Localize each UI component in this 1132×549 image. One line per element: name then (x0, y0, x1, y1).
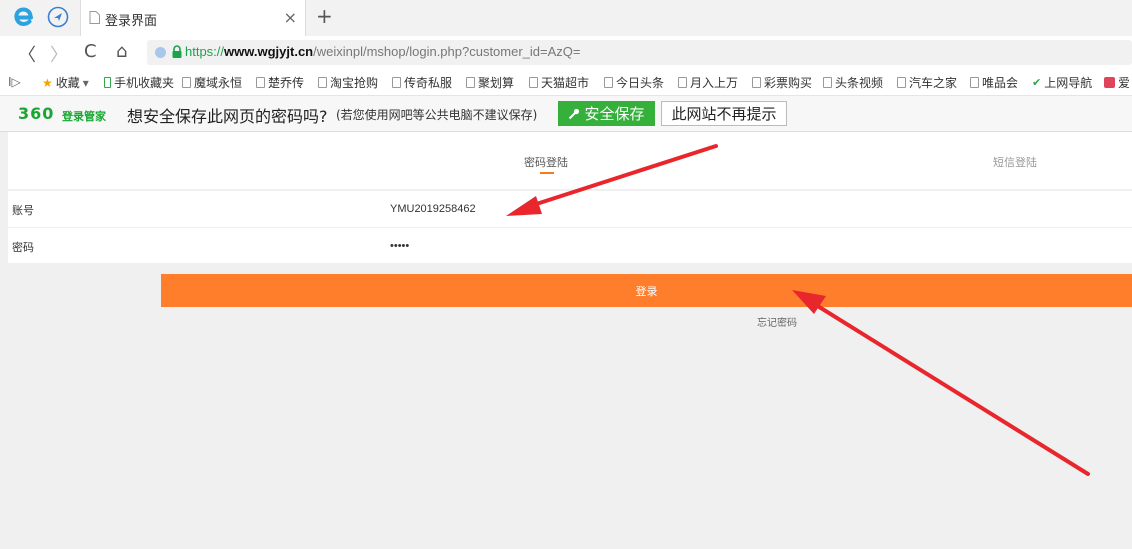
never-remind-button[interactable]: 此网站不再提示 (661, 101, 787, 126)
chevron-down-icon: ▾ (82, 75, 89, 90)
login-tabs: 密码登陆 短信登陆 (8, 132, 1132, 189)
bookmark-item[interactable]: 汽车之家 (897, 74, 957, 91)
home-button[interactable]: ⌂ (116, 41, 127, 62)
page-icon (529, 77, 538, 88)
tab-password-login[interactable]: 密码登陆 (524, 154, 568, 170)
password-save-bar: 360 登录管家 想安全保存此网页的密码吗? (若您使用网吧等公共电脑不建议保存… (0, 96, 1132, 132)
tab-title: 登录界面 (105, 14, 158, 29)
site-info-icon[interactable] (155, 47, 166, 58)
password-label: 密码 (12, 241, 34, 254)
compass-icon[interactable] (47, 6, 69, 28)
bookmark-label: 汽车之家 (909, 76, 958, 90)
browser-logo-icon[interactable] (10, 4, 36, 30)
brand-360-logo: 360 (18, 104, 55, 123)
lock-icon (172, 45, 182, 58)
page-icon (466, 77, 475, 88)
secure-save-button[interactable]: 安全保存 (558, 101, 655, 126)
account-label: 账号 (12, 204, 34, 217)
url-host: www.wgjyjt.cn (224, 44, 314, 59)
bookmark-item[interactable]: 传奇私服 (392, 74, 452, 91)
sidebar-toggle-icon[interactable]: I▷ (8, 75, 21, 89)
page-icon (752, 77, 761, 88)
page-icon (392, 77, 401, 88)
page-icon (970, 77, 979, 88)
brand-subtitle: 登录管家 (62, 110, 106, 123)
bookmark-item[interactable]: 淘宝抢购 (318, 74, 378, 91)
page-icon (256, 77, 265, 88)
new-tab-button[interactable]: + (316, 4, 333, 28)
bookmark-item[interactable]: 魔域永恒 (182, 74, 242, 91)
nav-icon: ✔ (1032, 76, 1042, 89)
bookmark-label: 天猫超市 (541, 76, 590, 90)
page-icon (89, 11, 100, 24)
bookmark-label: 魔域永恒 (194, 76, 243, 90)
account-input[interactable] (390, 200, 690, 218)
save-password-hint: (若您使用网吧等公共电脑不建议保存) (336, 108, 538, 122)
page-icon (823, 77, 832, 88)
bookmark-label: 彩票购买 (764, 76, 813, 90)
forgot-password-link[interactable]: 忘记密码 (757, 314, 797, 329)
password-input[interactable] (390, 237, 690, 255)
bookmark-item[interactable]: 今日头条 (604, 74, 664, 91)
bookmark-item[interactable]: 月入上万 (678, 74, 738, 91)
bookmark-item[interactable]: 聚划算 (466, 74, 514, 91)
bookmark-label: 月入上万 (690, 76, 739, 90)
love-icon (1104, 77, 1115, 88)
page-icon (318, 77, 327, 88)
address-row: 〈 〉 C ⌂ https://www.wgjyjt.cn/weixinpl/m… (0, 36, 1132, 69)
url-text[interactable]: https://www.wgjyjt.cn/weixinpl/mshop/log… (185, 44, 581, 59)
forward-button[interactable]: 〉 (50, 41, 68, 67)
bookmark-mobile[interactable]: 手机收藏夹 (104, 74, 174, 91)
bookmark-love[interactable]: 爱 (1104, 74, 1130, 91)
bookmark-item[interactable]: 唯品会 (970, 74, 1018, 91)
url-path: /weixinpl/mshop/login.php?customer_id=Az… (313, 44, 581, 59)
page-icon (182, 77, 191, 88)
bookmark-label: 手机收藏夹 (114, 76, 175, 90)
save-password-question: 想安全保存此网页的密码吗? (127, 107, 328, 126)
bookmark-label: 聚划算 (478, 76, 515, 90)
bookmark-label: 收藏 (55, 76, 80, 90)
password-row: 密码 (8, 227, 1132, 263)
account-row: 账号 (8, 191, 1132, 227)
address-bar[interactable]: https://www.wgjyjt.cn/weixinpl/mshop/log… (147, 40, 1132, 65)
url-scheme: https:// (185, 44, 225, 59)
bookmark-item[interactable]: 彩票购买 (752, 74, 812, 91)
star-icon: ★ (42, 75, 53, 90)
bookmark-label: 今日头条 (616, 76, 665, 90)
browser-tab-bar: 登录界面 × + (0, 0, 1132, 36)
bookmark-item[interactable]: 楚乔传 (256, 74, 304, 91)
close-tab-icon[interactable]: × (284, 8, 297, 27)
back-button[interactable]: 〈 (18, 41, 36, 67)
login-button[interactable]: 登录 (161, 274, 1132, 307)
phone-icon (104, 77, 111, 88)
bookmark-item[interactable]: 天猫超市 (529, 74, 589, 91)
bookmarks-bar: I▷ ★ 收藏 ▾ 手机收藏夹 魔域永恒 楚乔传 淘宝抢购 传奇私服 聚划算 天猫超… (0, 69, 1132, 96)
bookmark-label: 楚乔传 (268, 76, 305, 90)
reload-button[interactable]: C (84, 41, 97, 62)
page-icon (604, 77, 613, 88)
page-icon (678, 77, 687, 88)
bookmark-label: 传奇私服 (404, 76, 453, 90)
secure-save-label: 安全保存 (584, 106, 645, 123)
bookmark-nav[interactable]: ✔ 上网导航 (1032, 74, 1092, 91)
active-tab-indicator (540, 172, 554, 174)
bookmark-label: 爱 (1118, 76, 1131, 90)
login-page: 密码登陆 短信登陆 账号 密码 登录 忘记密码 (0, 132, 1132, 549)
page-icon (897, 77, 906, 88)
bookmark-favorites[interactable]: ★ 收藏 ▾ (42, 74, 89, 91)
bookmark-label: 头条视频 (835, 76, 884, 90)
key-icon (569, 108, 580, 119)
bookmark-label: 唯品会 (982, 76, 1019, 90)
tab-sms-login[interactable]: 短信登陆 (993, 154, 1037, 170)
tab-login-page[interactable]: 登录界面 × (80, 0, 306, 36)
bookmark-item[interactable]: 头条视频 (823, 74, 883, 91)
bookmark-label: 上网导航 (1044, 76, 1093, 90)
bookmark-label: 淘宝抢购 (330, 76, 379, 90)
